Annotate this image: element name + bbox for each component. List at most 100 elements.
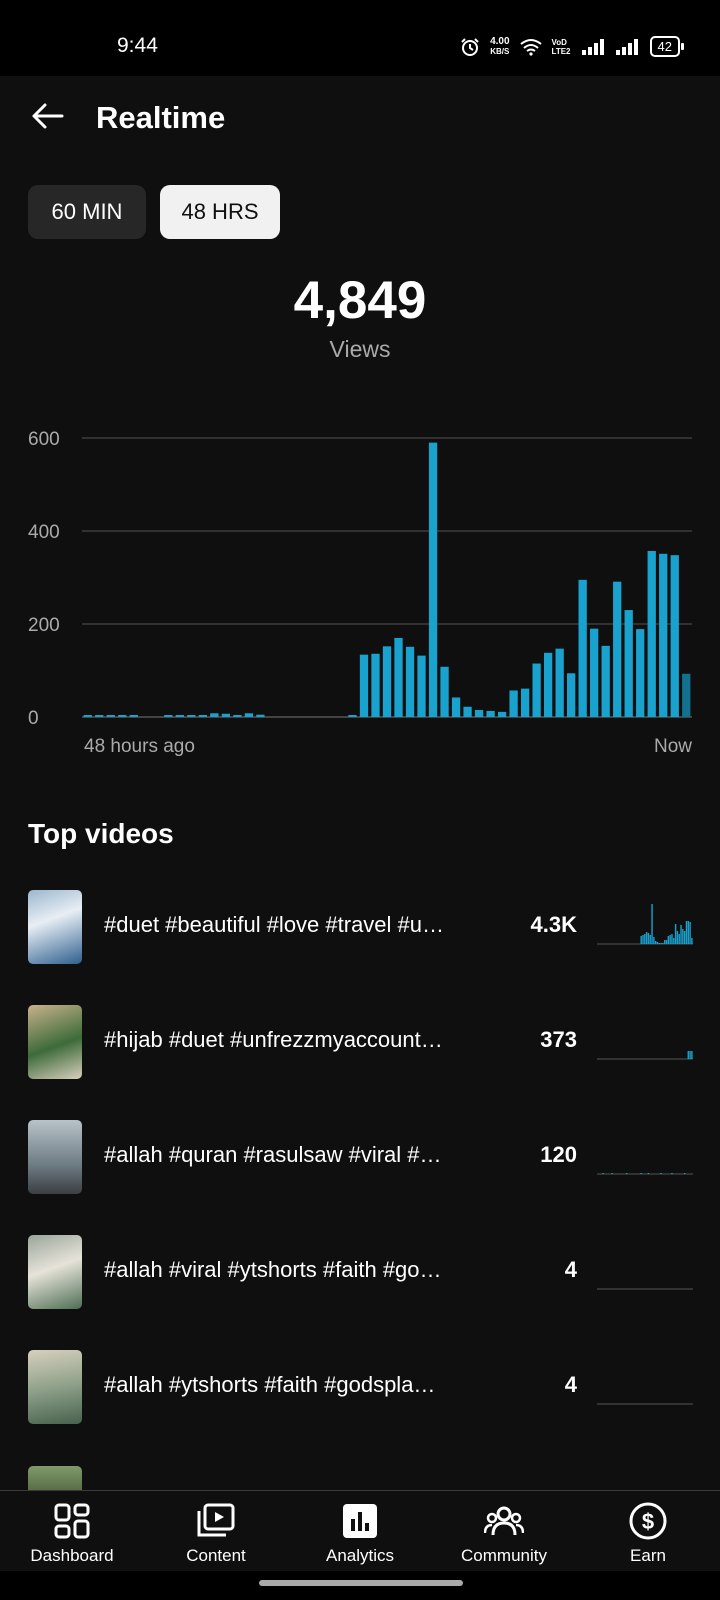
nav-earn[interactable]: $ Earn — [576, 1491, 720, 1571]
views-bar[interactable] — [405, 646, 415, 717]
sparkline-bar — [656, 942, 659, 944]
dashboard-icon — [54, 1503, 90, 1539]
views-bar[interactable] — [647, 551, 656, 717]
sparkline-bar — [660, 943, 662, 944]
sparkline-bar — [640, 936, 642, 944]
views-bar[interactable] — [486, 710, 495, 717]
app-header: Realtime — [0, 76, 720, 160]
views-bar[interactable] — [613, 581, 622, 717]
sparkline-bar — [644, 934, 646, 944]
views-bar[interactable] — [210, 713, 219, 717]
sparkline-bar — [674, 924, 677, 944]
views-bar[interactable] — [394, 637, 403, 717]
views-bar[interactable] — [532, 663, 541, 718]
views-bar[interactable] — [244, 713, 254, 717]
views-bar[interactable] — [221, 713, 231, 718]
filter-60-min-button[interactable]: 60 MIN — [28, 185, 146, 239]
total-views: 4,849 — [293, 271, 427, 330]
views-bar[interactable] — [118, 715, 127, 717]
sparkline-bar — [671, 934, 673, 944]
video-trend-sparkline — [597, 1051, 693, 1060]
sparkline-bar — [687, 1051, 689, 1059]
gesture-bar[interactable] — [259, 1580, 463, 1586]
views-bar[interactable] — [440, 666, 449, 717]
video-title: #allah #viral #ytshorts #faith #go… — [104, 1257, 442, 1282]
status-bar: 9:44 4.00 KB/S VoD LTE2 42 — [0, 0, 720, 76]
sparkline-bar — [640, 1173, 642, 1174]
views-bar[interactable] — [509, 690, 518, 718]
video-thumbnail[interactable] — [28, 1235, 82, 1309]
video-thumbnail[interactable] — [28, 1350, 82, 1424]
sparkline-bar — [691, 1051, 693, 1059]
views-bar[interactable] — [567, 673, 576, 717]
video-views: 4 — [564, 1257, 577, 1282]
views-bar[interactable] — [187, 715, 196, 717]
views-bar[interactable] — [359, 654, 369, 717]
volte-label: VoD LTE2 — [551, 37, 571, 56]
video-row[interactable]: #duet #beautiful #love #travel #u… 4.3K — [0, 890, 720, 966]
views-chart: 0 200 400 600 — [0, 410, 720, 770]
views-bar[interactable] — [164, 715, 173, 717]
nav-label: Dashboard — [30, 1546, 114, 1565]
video-views: 4 — [564, 1372, 577, 1397]
status-icons: 4.00 KB/S VoD LTE2 42 — [460, 36, 685, 57]
alarm-icon — [461, 37, 479, 56]
content-icon — [197, 1503, 235, 1537]
page-title: Realtime — [96, 100, 226, 135]
views-bar[interactable] — [371, 653, 380, 717]
views-bar[interactable] — [670, 555, 679, 717]
views-bar[interactable] — [601, 645, 610, 717]
views-bar[interactable] — [474, 710, 484, 717]
views-bar[interactable] — [256, 714, 265, 718]
y-tick-label: 200 — [28, 615, 60, 636]
filter-48-hrs-button[interactable]: 48 HRS — [160, 185, 280, 239]
views-bar[interactable] — [578, 579, 587, 717]
video-thumbnail[interactable] — [28, 1466, 82, 1490]
sparkline-bar — [682, 929, 684, 944]
views-bar[interactable] — [451, 697, 461, 717]
community-icon — [484, 1506, 524, 1536]
video-thumbnail[interactable] — [28, 890, 82, 964]
analytics-icon — [343, 1504, 377, 1538]
battery-level: 42 — [657, 39, 672, 54]
views-bar[interactable] — [175, 715, 184, 717]
views-label: Views — [329, 336, 391, 362]
video-row[interactable]: #allah #quran #rasulsaw #viral #… 120 — [0, 1120, 720, 1196]
nav-dashboard[interactable]: Dashboard — [0, 1491, 144, 1571]
views-bar[interactable] — [497, 711, 507, 717]
views-bar[interactable] — [636, 629, 645, 718]
views-bar[interactable] — [555, 648, 564, 717]
sparkline-bar — [660, 1173, 662, 1174]
views-bar-chart: 0 200 400 600 — [28, 429, 692, 729]
video-row[interactable]: #allah #viral #ytshorts #faith #go… 4 — [0, 1235, 720, 1311]
views-bar[interactable] — [417, 655, 426, 717]
video-row[interactable]: #allah #ytshorts #faith #godspla… 4 — [0, 1350, 720, 1426]
views-bar[interactable] — [463, 706, 472, 717]
views-bar[interactable] — [198, 715, 207, 717]
video-thumbnail[interactable] — [28, 1005, 82, 1079]
views-bar[interactable] — [382, 646, 392, 717]
video-thumbnail[interactable] — [28, 1120, 82, 1194]
views-bar[interactable] — [95, 715, 104, 717]
views-bar[interactable] — [129, 715, 138, 717]
nav-community[interactable]: Community — [432, 1491, 576, 1571]
views-bar[interactable] — [233, 715, 242, 717]
views-bar[interactable] — [520, 688, 530, 717]
nav-content[interactable]: Content — [144, 1491, 288, 1571]
sparkline-bar — [683, 1173, 686, 1174]
views-bar[interactable] — [106, 715, 115, 717]
views-bar[interactable] — [83, 715, 92, 717]
views-bar[interactable] — [590, 628, 599, 717]
video-title: #hijab #duet #unfrezzmyaccount… — [104, 1027, 443, 1052]
views-bar[interactable] — [428, 442, 438, 717]
views-bar[interactable] — [543, 652, 553, 717]
sparkline-bar — [642, 935, 644, 944]
views-bar[interactable] — [682, 673, 691, 717]
views-bar[interactable] — [659, 553, 668, 717]
views-bar[interactable] — [348, 715, 357, 717]
top-videos-heading: Top videos — [28, 818, 174, 849]
nav-analytics[interactable]: Analytics — [288, 1491, 432, 1571]
video-row[interactable]: #hijab #duet #unfrezzmyaccount… 373 — [0, 1005, 720, 1081]
views-bar[interactable] — [624, 610, 633, 717]
arrow-left-icon[interactable] — [30, 98, 66, 134]
